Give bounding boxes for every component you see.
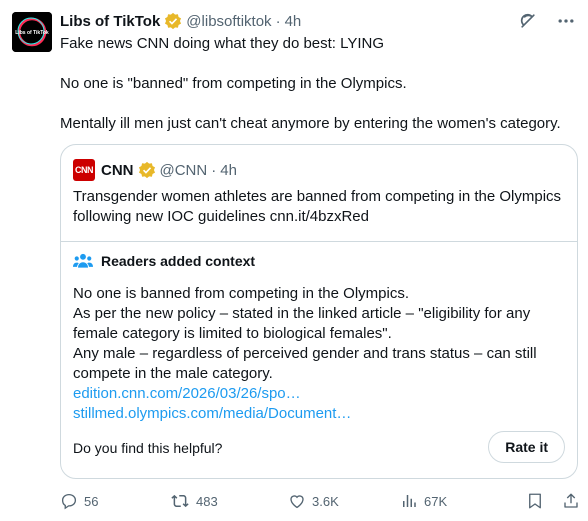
like-button[interactable]: 3.6K [288,492,400,510]
quote-text: Transgender women athletes are banned fr… [73,188,562,225]
note-link-1[interactable]: edition.cnn.com/2026/03/26/spo… [73,384,567,404]
repost-icon [171,494,189,508]
people-icon [73,253,93,268]
note-line-2: As per the new policy – stated in the li… [73,305,531,342]
tweet-header: Libs of TikTok @libsoftiktok · 4h [60,10,576,32]
like-count: 3.6K [312,493,339,509]
share-icon [564,493,578,508]
reply-count: 56 [84,493,99,509]
repost-button[interactable]: 483 [170,492,288,510]
quote-author-handle: @CNN [159,161,208,179]
note-link-2[interactable]: stillmed.olympics.com/media/Document… [73,404,567,424]
bookmark-button[interactable] [526,492,544,510]
action-bar: 56 483 3.6K 67K [60,490,580,512]
community-note-title: Readers added context [101,253,256,269]
author-name[interactable]: Libs of TikTok [60,13,160,30]
svg-text:Libs of TikTok: Libs of TikTok [15,30,49,36]
tweet-line-2: No one is "banned" from competing in the… [60,75,407,92]
tweet-text: Fake news CNN doing what they do best: L… [60,34,580,134]
separator-dot: · [211,161,217,179]
quote-time: 4h [220,161,237,179]
more-options-icon[interactable] [556,11,576,31]
reply-icon [61,493,77,510]
separator-dot: · [275,12,281,30]
bookmark-icon [529,493,541,509]
avatar[interactable]: Libs of TikTok [12,12,52,52]
libs-of-tiktok-logo: Libs of TikTok [12,12,52,52]
verified-badge-icon [138,161,155,179]
helpful-question: Do you find this helpful? [73,440,223,456]
community-note: Readers added context No one is banned f… [61,241,577,478]
views-chart-icon [403,495,416,507]
tweet-time[interactable]: 4h [285,13,302,30]
note-line-1: No one is banned from competing in the O… [73,285,409,302]
verified-badge-icon [165,12,182,30]
view-count: 67K [424,493,448,509]
note-line-3: Any male – regardless of perceived gende… [73,345,537,382]
quote-header: CNN CNN @CNN · 4h [73,159,237,181]
reply-button[interactable]: 56 [60,492,170,510]
tweet-line-3: Mentally ill men just can't cheat anymor… [60,115,561,132]
community-note-body: No one is banned from competing in the O… [73,284,567,424]
share-button[interactable] [562,492,580,510]
quote-author-name: CNN [101,161,134,179]
heart-icon [290,495,304,509]
grok-icon[interactable] [518,11,538,31]
views-button[interactable]: 67K [400,492,512,510]
cnn-logo-icon: CNN [73,159,95,181]
author-handle[interactable]: @libsoftiktok [186,13,271,30]
community-note-header: Readers added context [73,252,255,270]
rate-it-button[interactable]: Rate it [488,431,565,463]
tweet-line-1: Fake news CNN doing what they do best: L… [60,35,385,52]
quote-tweet[interactable]: CNN CNN @CNN · 4h Transgender women athl… [60,144,578,479]
repost-count: 483 [196,493,218,509]
